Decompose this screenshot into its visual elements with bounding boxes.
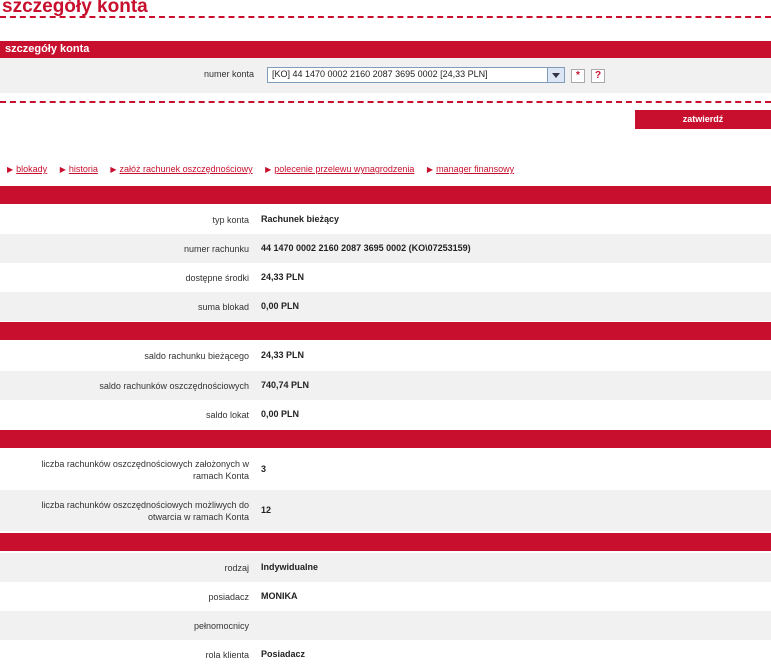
- value: Rachunek bieżący: [261, 214, 340, 224]
- label: rodzaj: [224, 563, 249, 573]
- confirm-button[interactable]: zatwierdź: [635, 110, 771, 129]
- value: 0,00 PLN: [261, 409, 300, 419]
- label-line-2: ramach Konta: [192, 471, 249, 481]
- value: 0,00 PLN: [261, 301, 300, 311]
- label: saldo rachunków oszczędnościowych: [99, 381, 249, 391]
- row-posiadacz: posiadacz MONIKA: [0, 582, 771, 611]
- section-header: szczegóły konta: [0, 41, 771, 58]
- chevron-down-icon[interactable]: [547, 68, 564, 82]
- label-line-1: liczba rachunków oszczędnościowych możli…: [41, 500, 249, 510]
- row-typ-konta: typ konta Rachunek bieżący: [0, 205, 771, 234]
- label: saldo rachunku bieżącego: [144, 351, 249, 361]
- counts-header-bar: [0, 430, 771, 448]
- value: 740,74 PLN: [261, 380, 310, 390]
- value: MONIKA: [261, 591, 298, 601]
- row-dostepne-srodki: dostępne środki 24,33 PLN: [0, 263, 771, 292]
- value: 44 1470 0002 2160 2087 3695 0002 (KO\072…: [261, 243, 471, 253]
- row-liczba-zalozonych: liczba rachunków oszczędnościowych założ…: [0, 449, 771, 490]
- link-zaloz-rachunek[interactable]: załóż rachunek oszczędnościowy: [110, 164, 253, 174]
- link-blokady[interactable]: blokady: [7, 164, 47, 174]
- row-numer-rachunku: numer rachunku 44 1470 0002 2160 2087 36…: [0, 234, 771, 263]
- row-rola-klienta: rola klienta Posiadacz: [0, 640, 771, 669]
- section-title: szczegóły konta: [5, 43, 90, 55]
- value: 3: [261, 464, 267, 474]
- row-saldo-oszczednosciowych: saldo rachunków oszczędnościowych 740,74…: [0, 371, 771, 400]
- link-historia[interactable]: historia: [60, 164, 98, 174]
- row-saldo-lokat: saldo lokat 0,00 PLN: [0, 400, 771, 429]
- value: 12: [261, 505, 272, 515]
- value: 24,33 PLN: [261, 350, 305, 360]
- help-button[interactable]: ?: [591, 69, 605, 83]
- label: numer rachunku: [183, 244, 249, 254]
- label: suma blokad: [197, 302, 249, 312]
- label: saldo lokat: [205, 410, 249, 420]
- account-label: numer konta: [203, 69, 254, 79]
- label-line-2: otwarcia w ramach Konta: [147, 512, 249, 522]
- row-pelnomocnicy: pełnomocnicy: [0, 611, 771, 640]
- favorite-star-button[interactable]: *: [571, 69, 585, 83]
- action-links: blokady historia załóż rachunek oszczędn…: [7, 164, 524, 174]
- row-suma-blokad: suma blokad 0,00 PLN: [0, 292, 771, 321]
- account-select[interactable]: [KO] 44 1470 0002 2160 2087 3695 0002 [2…: [267, 67, 565, 83]
- row-saldo-biezacego: saldo rachunku bieżącego 24,33 PLN: [0, 341, 771, 371]
- label-line-1: liczba rachunków oszczędnościowych założ…: [41, 459, 249, 469]
- account-select-value: [KO] 44 1470 0002 2160 2087 3695 0002 [2…: [272, 69, 488, 79]
- value: 24,33 PLN: [261, 272, 305, 282]
- details-header-bar: [0, 186, 771, 204]
- label: pełnomocnicy: [193, 621, 249, 631]
- value: Posiadacz: [261, 649, 306, 659]
- link-polecenie-przelewu[interactable]: polecenie przelewu wynagrodzenia: [265, 164, 414, 174]
- value: Indywidualne: [261, 562, 319, 572]
- label: posiadacz: [208, 592, 249, 602]
- owners-header-bar: [0, 533, 771, 551]
- row-rodzaj: rodzaj Indywidualne: [0, 553, 771, 582]
- selector-divider: [0, 101, 771, 103]
- label: dostępne środki: [185, 273, 249, 283]
- label: rola klienta: [205, 650, 249, 660]
- label: typ konta: [212, 215, 249, 225]
- row-liczba-mozliwych: liczba rachunków oszczędnościowych możli…: [0, 490, 771, 531]
- account-selector-row: numer konta [KO] 44 1470 0002 2160 2087 …: [0, 58, 771, 93]
- link-manager-finansowy[interactable]: manager finansowy: [427, 164, 514, 174]
- balances-header-bar: [0, 322, 771, 340]
- title-divider: [0, 16, 771, 18]
